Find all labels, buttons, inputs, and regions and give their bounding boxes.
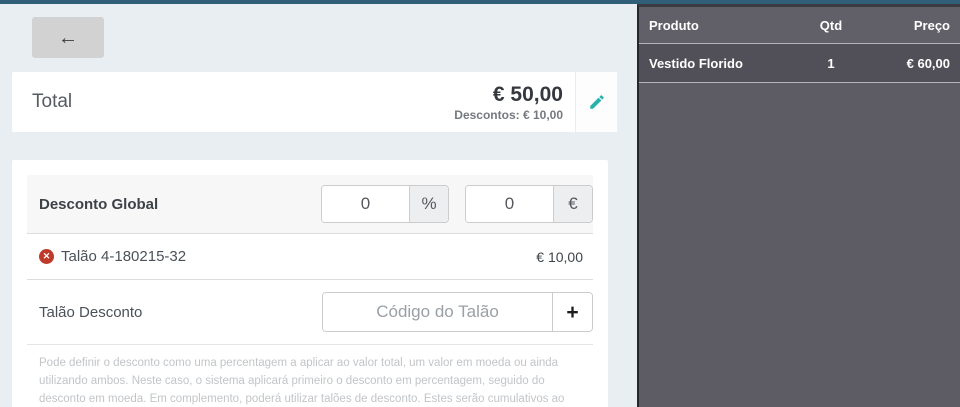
edit-total-button[interactable] — [575, 72, 617, 132]
global-discount-currency-input[interactable] — [466, 186, 553, 222]
discount-card: Desconto Global % € ✕ Talão 4-180215-32 … — [12, 160, 608, 407]
global-discount-label: Desconto Global — [39, 196, 158, 213]
discount-help-text: Pode definir o desconto como uma percent… — [27, 344, 593, 407]
voucher-discount-label: Talão Desconto — [39, 304, 142, 321]
column-header-preco: Preço — [866, 18, 950, 33]
total-label: Total — [12, 91, 72, 113]
cart-item-name: Vestido Florido — [649, 56, 796, 71]
total-amount: € 50,00 — [454, 82, 563, 107]
app-root: ← Total € 50,00 Descontos: € 10,00 Desco… — [0, 4, 960, 407]
euro-addon: € — [553, 186, 592, 222]
cart-row-vestido-florido[interactable]: Vestido Florido 1 € 60,00 — [639, 44, 960, 83]
voucher-label: Talão 4-180215-32 — [61, 248, 186, 265]
total-values: € 50,00 Descontos: € 10,00 — [454, 82, 575, 122]
plus-icon: + — [566, 302, 578, 323]
cart-panel: Produto Qtd Preço Vestido Florido 1 € 60… — [637, 4, 960, 407]
column-header-produto: Produto — [649, 18, 796, 33]
back-button[interactable]: ← — [32, 17, 104, 58]
percent-addon: % — [409, 186, 448, 222]
applied-voucher-row: ✕ Talão 4-180215-32 € 10,00 — [27, 233, 593, 279]
cart-item-qty: 1 — [796, 56, 866, 71]
voucher-input-row: Talão Desconto + — [27, 279, 593, 344]
currency-input-group: € — [465, 185, 593, 223]
total-discounts: Descontos: € 10,00 — [454, 108, 563, 122]
global-discount-row: Desconto Global % € — [27, 175, 593, 233]
remove-voucher-icon[interactable]: ✕ — [39, 249, 54, 264]
voucher-code-input[interactable] — [323, 293, 552, 331]
add-voucher-button[interactable]: + — [552, 293, 592, 331]
voucher-amount: € 10,00 — [536, 249, 583, 265]
global-discount-percent-input[interactable] — [322, 186, 409, 222]
cart-item-price: € 60,00 — [866, 56, 950, 71]
cart-table-header: Produto Qtd Preço — [639, 7, 960, 44]
discount-panel: ← Total € 50,00 Descontos: € 10,00 Desco… — [0, 4, 637, 407]
voucher-code-group: + — [322, 292, 593, 332]
column-header-qtd: Qtd — [796, 18, 866, 33]
percent-input-group: % — [321, 185, 449, 223]
pencil-icon — [588, 93, 606, 111]
total-card: Total € 50,00 Descontos: € 10,00 — [12, 72, 617, 132]
back-arrow-icon: ← — [58, 28, 78, 48]
